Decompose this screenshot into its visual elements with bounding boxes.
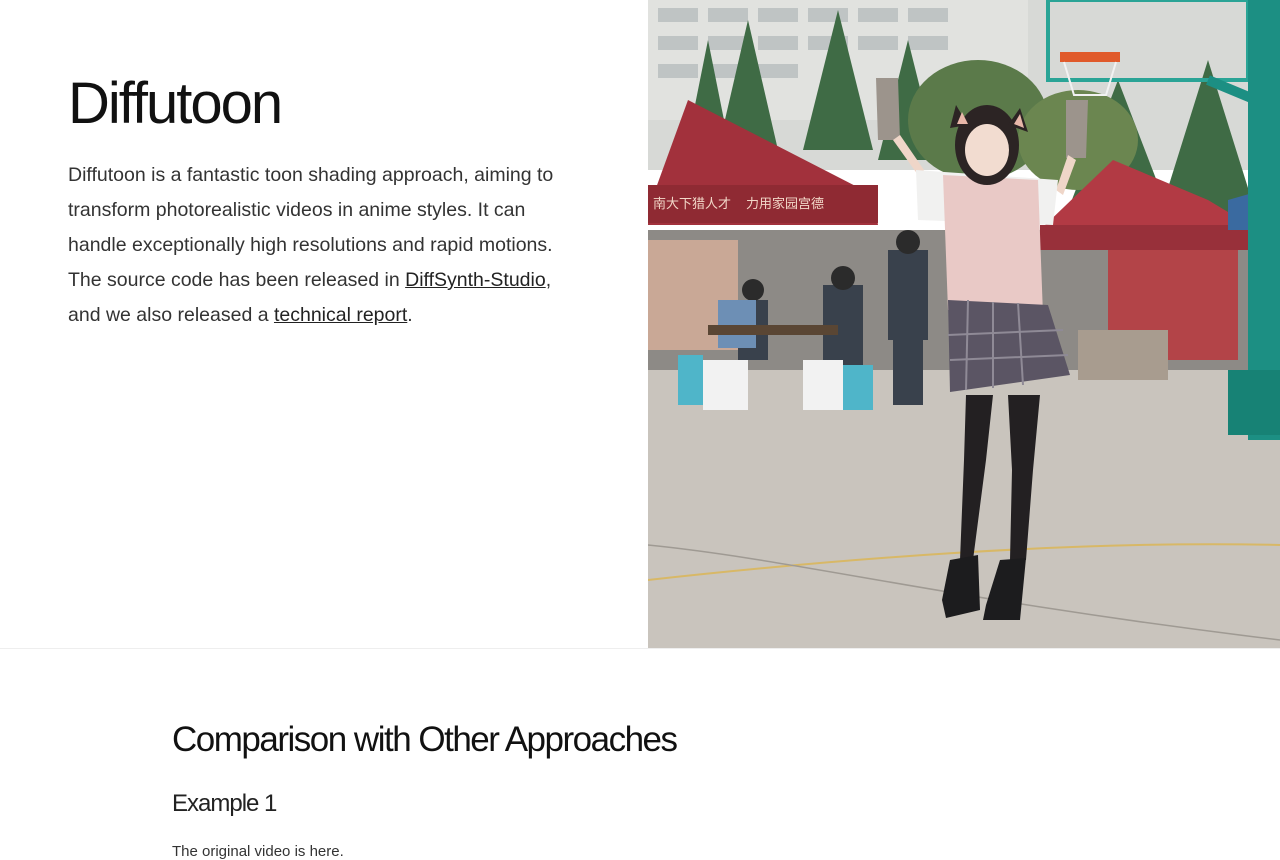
hero-section: Diffutoon Diffutoon is a fantastic toon … — [0, 0, 1280, 649]
tent-banner-text: 力用家园宫德 — [746, 196, 824, 212]
hero-description-text: . — [407, 304, 413, 326]
example-1-title: Example 1 — [172, 790, 277, 817]
hero-photo-illustration: 南大下猎人才 力用家园宫德 — [648, 0, 1280, 648]
tent-banner-text: 南大下猎人才 — [653, 196, 731, 212]
diffsynth-studio-link[interactable]: DiffSynth-Studio — [405, 269, 546, 291]
example-1-note: The original video is here. — [172, 843, 344, 860]
comparison-section-title: Comparison with Other Approaches — [172, 720, 678, 759]
hero-photo: 南大下猎人才 力用家园宫德 — [648, 0, 1280, 648]
technical-report-link[interactable]: technical report — [274, 304, 407, 326]
page-title: Diffutoon — [68, 71, 283, 136]
hero-text-panel: Diffutoon Diffutoon is a fantastic toon … — [0, 0, 648, 648]
hero-description: Diffutoon is a fantastic toon shading ap… — [68, 158, 588, 333]
